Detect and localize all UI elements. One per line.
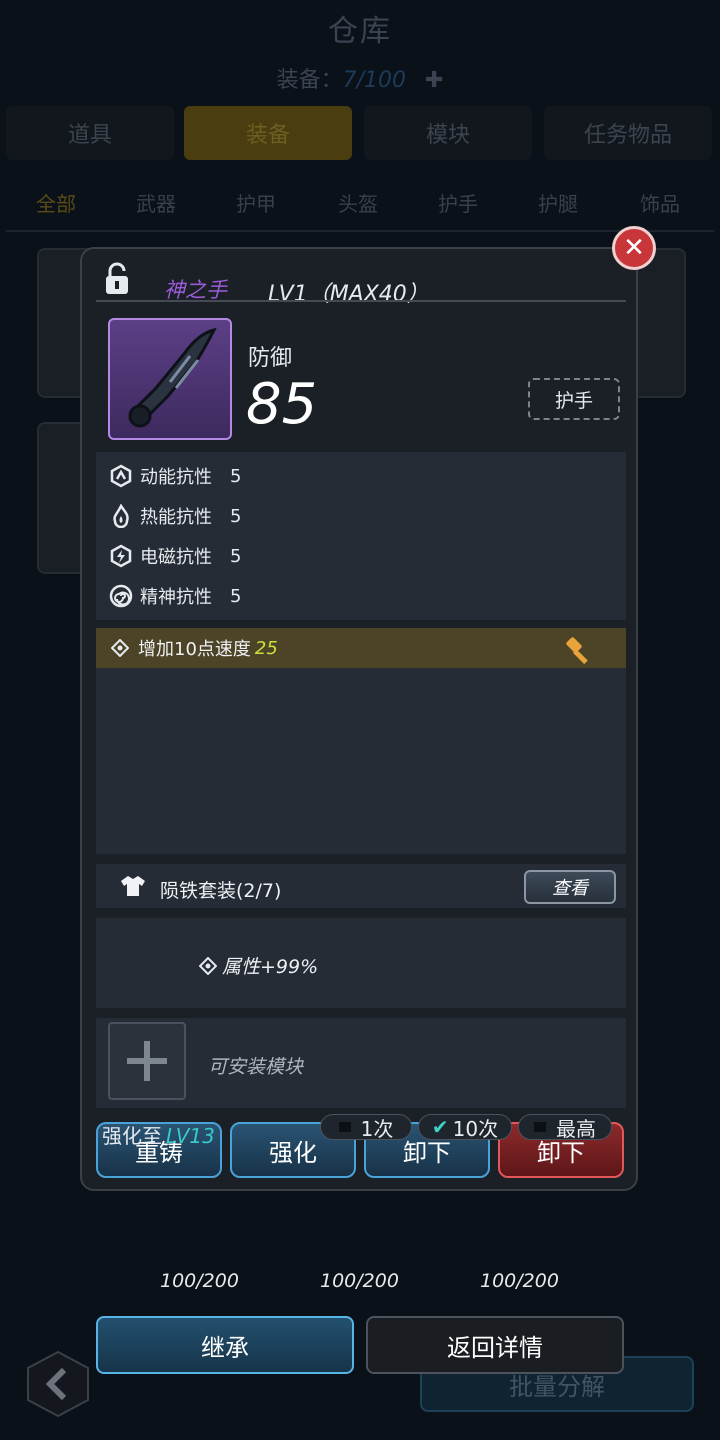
close-button[interactable]: ✕ <box>612 226 656 270</box>
page-title: 仓库 <box>328 14 392 49</box>
resistance-panel: 动能抗性 5 热能抗性 5 电磁抗性 5 精神抗性 5 <box>96 452 626 620</box>
diamond-icon <box>110 638 130 658</box>
defense-value: 85 <box>246 372 318 437</box>
subtab-armor[interactable]: 护甲 <box>236 188 276 217</box>
diamond-icon <box>198 956 218 976</box>
equipment-count: 装备：7/100 ✚ <box>276 68 444 93</box>
close-icon: ✕ <box>623 233 645 263</box>
subtab-weapons[interactable]: 武器 <box>136 188 176 217</box>
back-to-details-button[interactable]: 返回详情 <box>366 1316 624 1374</box>
tab-equipment[interactable]: 装备 <box>184 106 352 160</box>
header-divider <box>96 300 626 302</box>
kinetic-icon <box>108 463 134 489</box>
lock-icon[interactable] <box>104 262 130 296</box>
inherit-button[interactable]: 继承 <box>96 1316 354 1374</box>
checkbox-icon <box>534 1122 546 1132</box>
bonus-text: 增加10点速度 <box>138 639 251 660</box>
max-option[interactable]: 最高 <box>518 1114 612 1141</box>
sort-icon[interactable]: ✚ <box>425 68 443 93</box>
counter-2: 100/200 <box>320 1270 399 1292</box>
inventory-card[interactable] <box>630 248 686 398</box>
times-1-option[interactable]: 1次 <box>320 1114 412 1141</box>
bonus-row: 增加10点速度 25 <box>96 628 626 668</box>
subtab-accessories[interactable]: 饰品 <box>640 188 680 217</box>
enhance-target: 强化至 LV13 <box>102 1124 215 1148</box>
set-effect: 属性+99% <box>198 952 318 979</box>
counter-3: 100/200 <box>480 1270 559 1292</box>
bonus-value: 25 <box>254 637 278 659</box>
divider <box>6 230 714 232</box>
tab-modules[interactable]: 模块 <box>364 106 532 160</box>
add-module-button[interactable] <box>108 1022 186 1100</box>
module-hint: 可安装模块 <box>208 1056 304 1078</box>
plus-icon <box>127 1041 167 1081</box>
subtab-helmet[interactable]: 头盔 <box>338 188 378 217</box>
defense-label: 防御 <box>248 346 293 371</box>
subtab-leggings[interactable]: 护腿 <box>538 188 578 217</box>
set-name: 陨铁套装(2/7) <box>160 880 282 902</box>
subtab-all[interactable]: 全部 <box>36 188 76 217</box>
resistance-row: 精神抗性 5 <box>108 576 626 616</box>
item-level: LV1（MAX40） <box>268 282 429 307</box>
set-effect-panel <box>96 918 626 1008</box>
slot-tag: 护手 <box>528 378 620 420</box>
spiral-icon <box>108 583 134 609</box>
resistance-row: 电磁抗性 5 <box>108 536 626 576</box>
subtab-gauntlets[interactable]: 护手 <box>438 188 478 217</box>
resistance-row: 热能抗性 5 <box>108 496 626 536</box>
flame-icon <box>108 503 134 529</box>
lightning-icon <box>108 543 134 569</box>
shirt-icon <box>120 874 146 898</box>
checkbox-icon <box>338 1122 351 1132</box>
tab-quest-items[interactable]: 任务物品 <box>544 106 712 160</box>
resistance-row: 动能抗性 5 <box>108 456 626 496</box>
counter-1: 100/200 <box>160 1270 239 1292</box>
times-10-option[interactable]: ✔ 10次 <box>418 1114 512 1141</box>
view-set-button[interactable]: 查看 <box>524 870 616 904</box>
hammer-icon[interactable] <box>564 634 596 666</box>
check-icon: ✔ <box>431 1115 449 1139</box>
tab-items[interactable]: 道具 <box>6 106 174 160</box>
back-arrow-icon[interactable] <box>26 1350 90 1418</box>
item-image <box>108 318 232 440</box>
